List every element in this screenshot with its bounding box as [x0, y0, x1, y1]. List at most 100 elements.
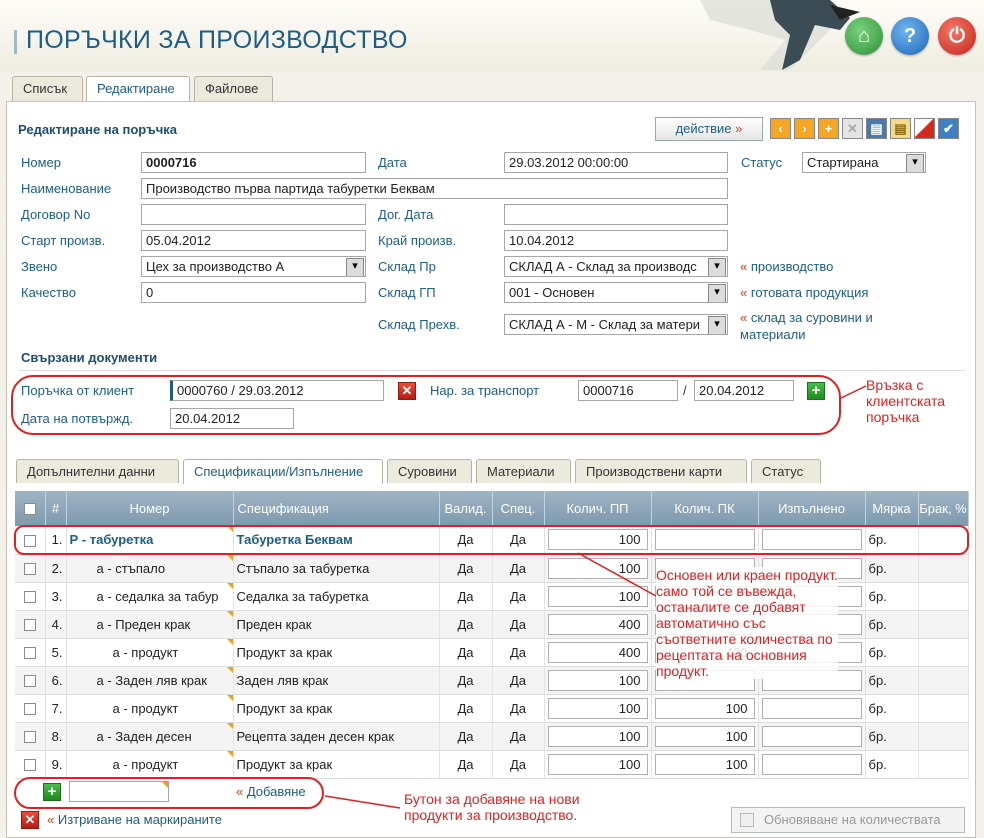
- document-icon[interactable]: ▤: [890, 118, 911, 139]
- col-index: #: [45, 491, 67, 526]
- wh-prod-label: Склад Пр: [378, 259, 436, 274]
- qty-pp-input: 100: [547, 669, 648, 691]
- contract-date-label: Дог. Дата: [378, 207, 434, 222]
- tab-specs[interactable]: Спецификации/Изпълнение: [183, 459, 383, 484]
- tab-raw[interactable]: Суровини: [387, 459, 472, 483]
- date-field[interactable]: 29.03.2012 00:00:00: [504, 152, 728, 173]
- col-qty-pk[interactable]: Колич. ПК: [651, 491, 759, 526]
- delete-selected-icon[interactable]: ✕: [21, 811, 39, 829]
- section-title: Редактиране на поръчка: [18, 122, 177, 137]
- power-icon[interactable]: ⏻: [938, 17, 976, 55]
- wh-prod-link[interactable]: « производство: [740, 259, 833, 274]
- main-product-note: Основен или краен продукт. само той се в…: [656, 567, 838, 679]
- next-icon[interactable]: ›: [794, 118, 815, 139]
- col-qty-pp[interactable]: Колич. ПП: [544, 491, 652, 526]
- done-input: [761, 697, 862, 719]
- select-all-header[interactable]: [15, 491, 46, 526]
- row-checkbox: [23, 591, 36, 604]
- wh-gp-link[interactable]: « готовата продукция: [740, 285, 868, 300]
- row-checkbox: [23, 759, 36, 772]
- tab-edit[interactable]: Редактиране: [86, 76, 190, 103]
- status-label: Статус: [741, 155, 783, 170]
- qty-pp-input: 100: [547, 697, 648, 719]
- row-checkbox: [23, 675, 36, 688]
- app-header: ПОРЪЧКИ ЗА ПРОИЗВОДСТВО ⌂ ? ⏻: [0, 0, 984, 72]
- qty-pp-input: 400: [547, 641, 648, 663]
- number-label: Номер: [21, 155, 62, 170]
- related-docs-highlight: [11, 375, 841, 435]
- save-icon[interactable]: ✔: [938, 118, 959, 139]
- col-unit[interactable]: Мярка: [865, 491, 919, 526]
- tab-files[interactable]: Файлове: [194, 76, 273, 102]
- tab-status[interactable]: Статус: [751, 459, 821, 483]
- col-number[interactable]: Номер: [66, 491, 234, 526]
- qty-pp-input: 100: [547, 557, 648, 579]
- done-input: [761, 753, 862, 775]
- qty-pk-input: 100: [654, 725, 755, 747]
- table-row: 9. а - продукт Продукт за крак Да Да 100…: [15, 750, 969, 779]
- quality-label: Качество: [21, 285, 76, 300]
- unit-label: Звено: [21, 259, 58, 274]
- add-button-note: Бутон за добавяне на нови продукти за пр…: [404, 791, 580, 823]
- wh-prod-select[interactable]: СКЛАД А - Склад за производс: [504, 256, 728, 277]
- main-product-highlight: [14, 525, 969, 555]
- qty-pp-input: 400: [547, 613, 648, 635]
- qty-pp-input: 100: [547, 585, 648, 607]
- contract-field[interactable]: [141, 204, 366, 225]
- start-field[interactable]: 05.04.2012: [141, 230, 366, 251]
- row-checkbox: [23, 647, 36, 660]
- cancel-icon[interactable]: [914, 118, 935, 139]
- home-icon[interactable]: ⌂: [845, 17, 883, 55]
- page-title: ПОРЪЧКИ ЗА ПРОИЗВОДСТВО: [26, 26, 408, 54]
- col-spec[interactable]: Спецификация: [233, 491, 440, 526]
- end-label: Край произв.: [378, 233, 457, 248]
- done-input: [761, 725, 862, 747]
- name-field[interactable]: Производство първа партида табуретки Бек…: [141, 178, 728, 199]
- qty-pk-input: 100: [654, 753, 755, 775]
- name-label: Наименование: [21, 181, 112, 196]
- date-label: Дата: [378, 155, 407, 170]
- wh-gp-select[interactable]: 001 - Основен: [504, 282, 728, 303]
- qty-pp-input: 100: [547, 725, 648, 747]
- edit-panel: Редактиране на поръчка действие » ‹ › + …: [6, 101, 976, 838]
- prev-icon[interactable]: ‹: [770, 118, 791, 139]
- row-checkbox: [23, 619, 36, 632]
- status-select[interactable]: Стартирана: [802, 152, 926, 173]
- start-label: Старт произв.: [21, 233, 106, 248]
- wh-trans-select[interactable]: СКЛАД А - М - Склад за матери: [504, 314, 728, 335]
- delete-selected-link[interactable]: « Изтриване на маркираните: [47, 812, 222, 827]
- table-row: 7. а - продукт Продукт за крак Да Да 100…: [15, 694, 969, 723]
- row-checkbox: [23, 731, 36, 744]
- wh-trans-label: Склад Прехв.: [378, 317, 460, 332]
- calculator-icon: [740, 813, 754, 827]
- print-icon[interactable]: ▤: [866, 118, 887, 139]
- related-title: Свързани документи: [21, 350, 158, 365]
- action-button[interactable]: действие »: [655, 117, 763, 141]
- tab-list[interactable]: Списък: [12, 76, 83, 102]
- table-header: # Номер Спецификация Валид. Спец. Колич.…: [15, 491, 969, 526]
- row-checkbox: [23, 703, 36, 716]
- tab-materials[interactable]: Материали: [476, 459, 571, 483]
- col-done[interactable]: Изпълнено: [758, 491, 866, 526]
- qty-pk-input: 100: [654, 697, 755, 719]
- wh-trans-link[interactable]: « склад за суровини и материали: [740, 309, 873, 343]
- col-scrap[interactable]: Брак, %: [918, 491, 969, 526]
- add-icon[interactable]: +: [818, 118, 839, 139]
- col-valid[interactable]: Валид.: [439, 491, 493, 526]
- row-checkbox: [23, 563, 36, 576]
- end-field[interactable]: 10.04.2012: [504, 230, 728, 251]
- col-specyn[interactable]: Спец.: [492, 491, 545, 526]
- contract-label: Договор No: [21, 207, 91, 222]
- tab-cards[interactable]: Производствени карти: [575, 459, 747, 483]
- unit-select[interactable]: Цех за производство А: [141, 256, 366, 277]
- update-quantities-button[interactable]: Обновяване на количествата: [731, 807, 965, 833]
- divider: [19, 370, 965, 371]
- tab-additional[interactable]: Допълнителни данни: [16, 459, 179, 483]
- contract-date-field[interactable]: [504, 204, 728, 225]
- help-icon[interactable]: ?: [891, 17, 929, 55]
- delete-icon[interactable]: ✕: [842, 118, 863, 139]
- number-field[interactable]: 0000716: [141, 152, 366, 173]
- bird-logo-icon: [700, 0, 860, 70]
- quality-field[interactable]: 0: [141, 282, 366, 303]
- title-accent: [14, 30, 17, 54]
